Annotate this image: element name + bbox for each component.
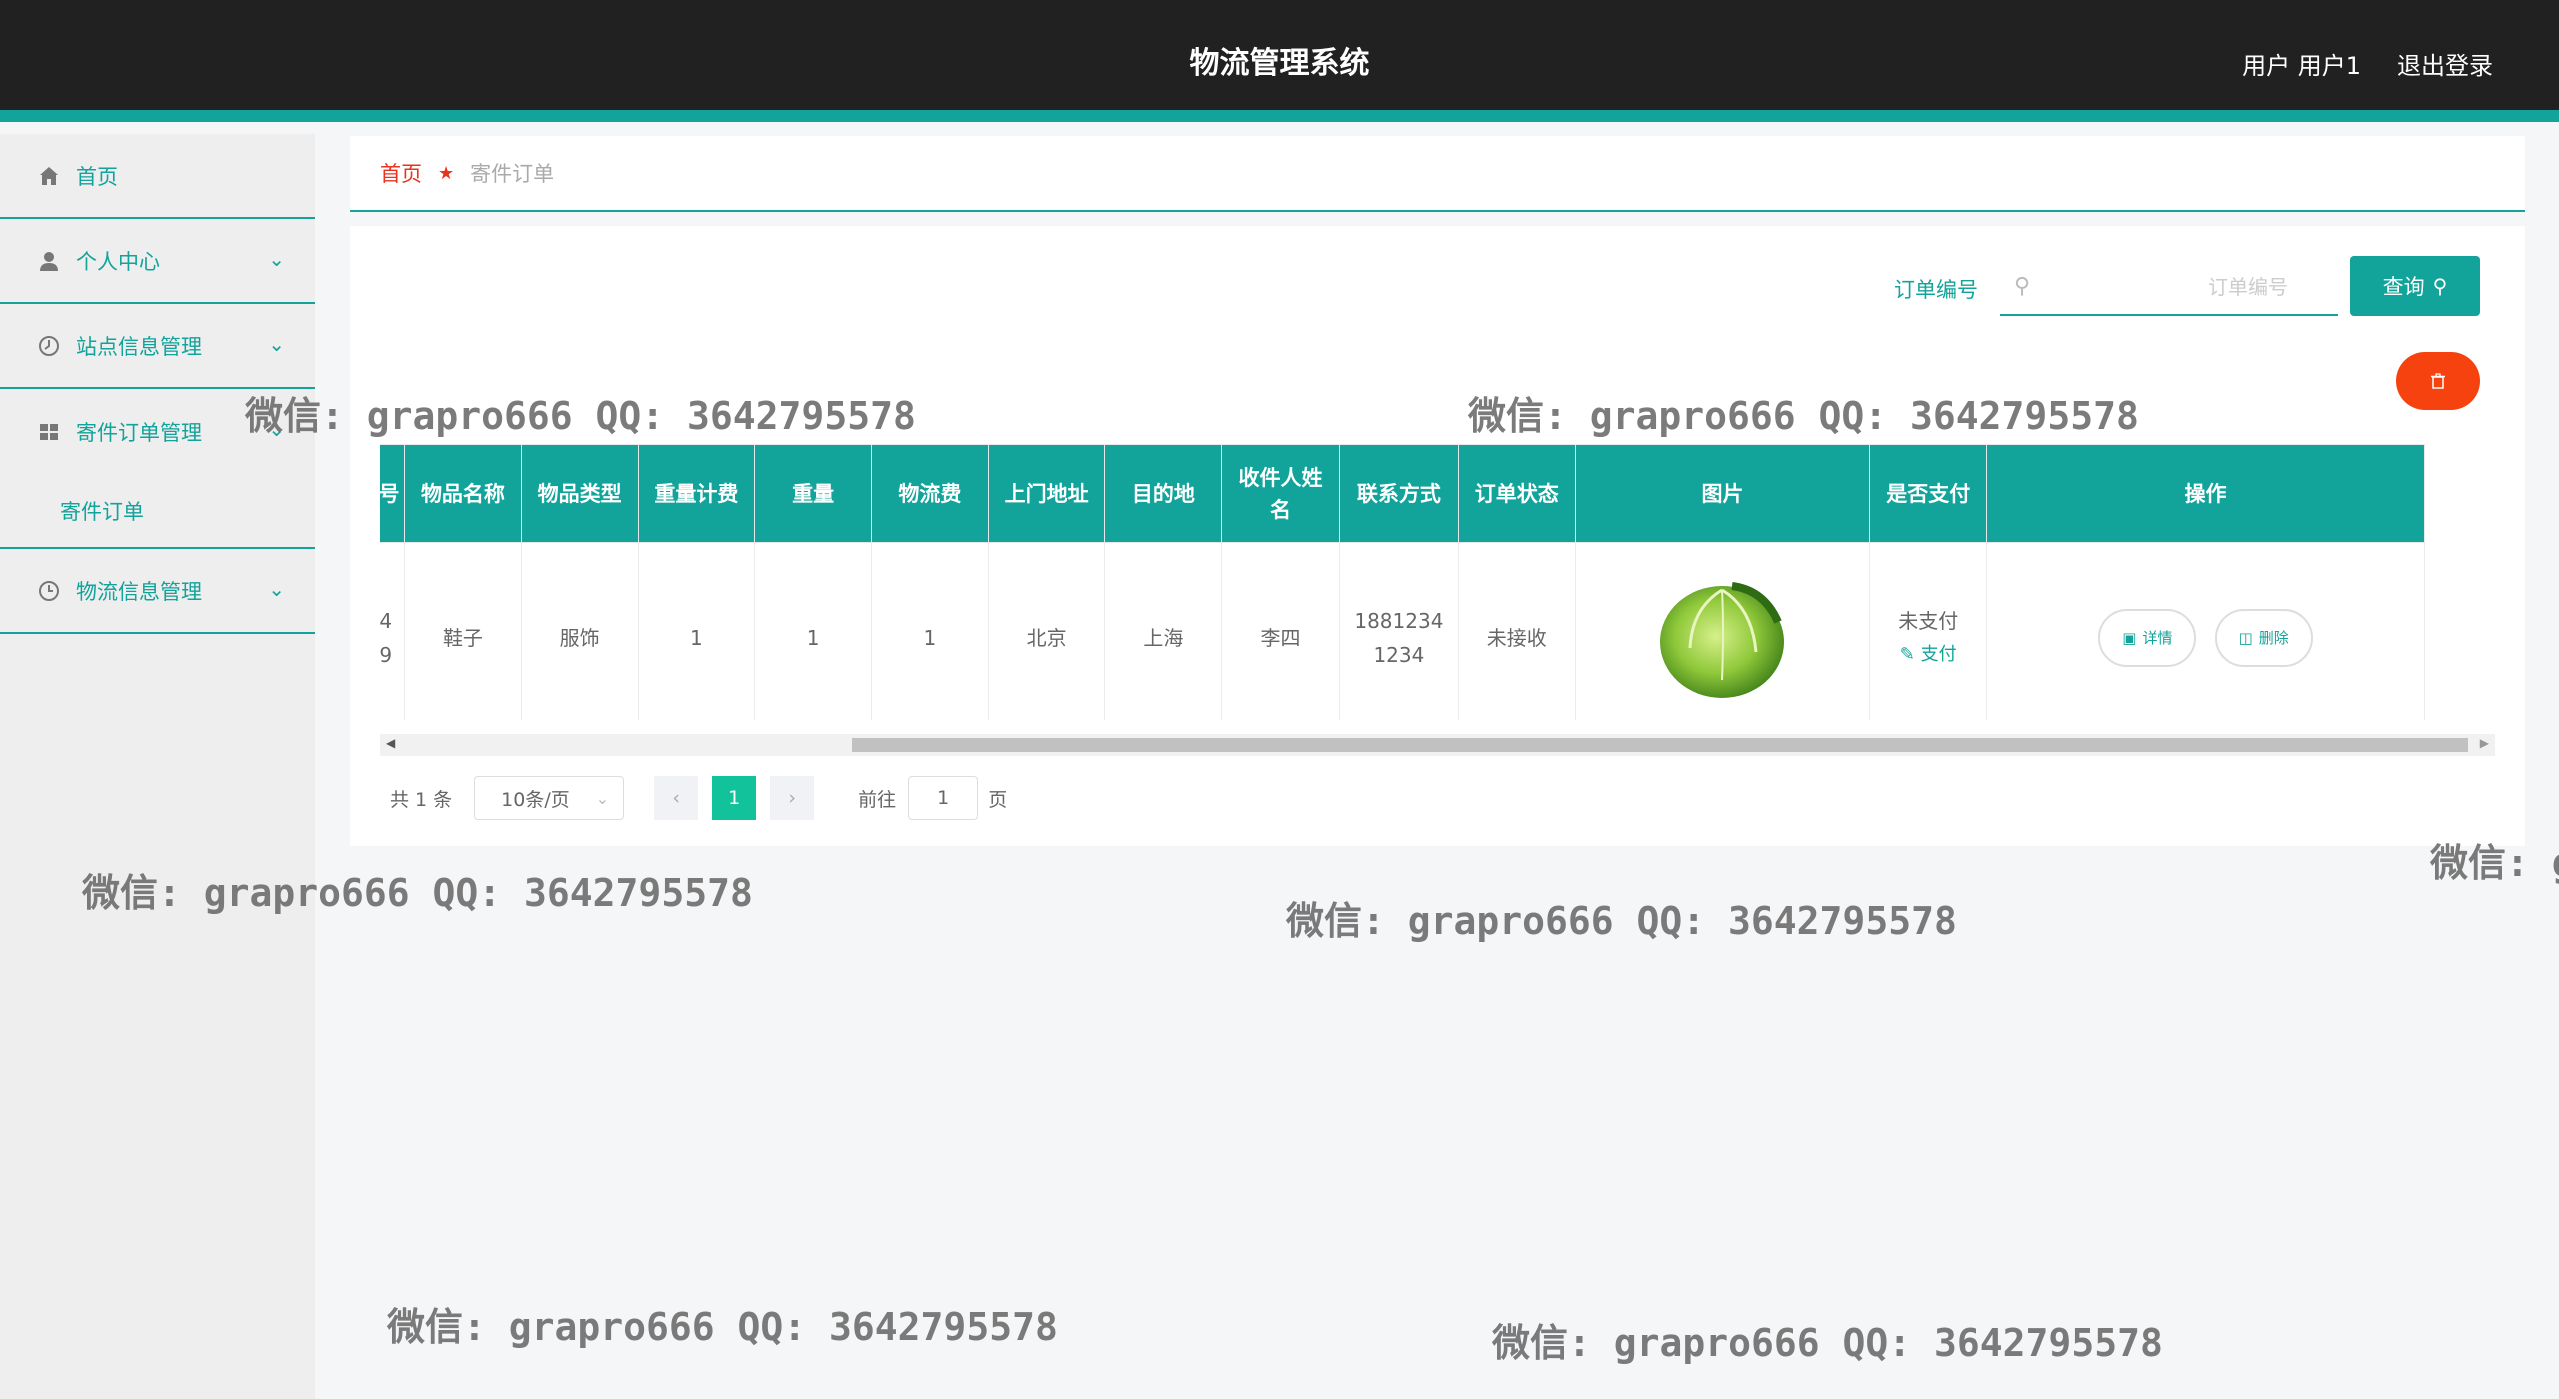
app-title: 物流管理系统 <box>1189 46 1370 81</box>
edit-icon: ✎ <box>1899 643 1915 665</box>
watermark: 微信: grapro666 QQ: 3642795578 <box>1492 1321 2163 1365</box>
watermark: 微信: g <box>2430 841 2559 885</box>
cell-destination: 上海 <box>1104 542 1223 720</box>
watermark: 微信: grapro666 QQ: 3642795578 <box>1286 899 1957 943</box>
query-button-label: 查询 <box>2382 275 2425 299</box>
goto-label: 前往 <box>858 788 897 811</box>
watermark: 微信: grapro666 QQ: 3642795578 <box>82 871 753 915</box>
next-page-button[interactable]: › <box>770 776 815 820</box>
batch-delete-button[interactable] <box>2396 352 2480 410</box>
search-box: ⚲ <box>2000 258 2338 316</box>
sidebar-item-personal[interactable]: 个人中心 ⌄ <box>0 219 315 304</box>
grid-icon <box>36 419 62 445</box>
top-header: 物流管理系统 用户 用户1 退出登录 <box>0 0 2559 122</box>
clock-icon <box>36 578 62 604</box>
cell-image <box>1574 542 1871 720</box>
watermark: 微信: grapro666 QQ: 3642795578 <box>387 1305 1058 1349</box>
sidebar-item-logistics[interactable]: 物流信息管理 ⌄ <box>0 549 315 634</box>
pagination: 共 1 条 10条/页 ⌄ ‹ 1 › 前往 页 <box>390 776 1007 820</box>
table-header: 订单状态 <box>1457 444 1576 543</box>
cell-weight: 1 <box>754 542 873 720</box>
table-header: 物流费 <box>871 444 989 543</box>
content-card: 订单编号 ⚲ 查询 ⚲ 订单编号 物品名称 物品类型 重量计费 重量 物流费 上… <box>350 226 2525 846</box>
clock-icon <box>36 333 62 359</box>
sidebar-item-home[interactable]: 首页 <box>0 134 315 219</box>
watermark: 微信: grapro666 QQ: 3642795578 <box>1468 394 2139 438</box>
page-number-current[interactable]: 1 <box>712 776 757 820</box>
sidebar: 首页 个人中心 ⌄ 站点信息管理 ⌄ 寄件订单管理 ⌄ 寄件订单 物流信息管理 … <box>0 134 315 1399</box>
trash-icon: ◫ <box>2238 628 2253 647</box>
sidebar-item-label: 寄件订单管理 <box>76 420 202 445</box>
breadcrumb-home[interactable]: 首页 <box>380 158 422 188</box>
table-header: 联系方式 <box>1338 444 1459 543</box>
detail-button[interactable]: ▣ 详情 <box>2098 608 2197 667</box>
cell-weight-fee: 1 <box>637 542 756 720</box>
search-icon: ⚲ <box>2432 274 2448 298</box>
cell-phone: 1881234 1234 <box>1338 542 1459 720</box>
sidebar-item-label: 物流信息管理 <box>76 579 202 604</box>
document-icon: ▣ <box>2122 628 2137 647</box>
cell-actions: ▣ 详情 ◫ 删除 <box>1986 542 2425 720</box>
cell-status: 未接收 <box>1457 542 1576 720</box>
watermark: 微信: grapro666 QQ: 3642795578 <box>245 394 916 438</box>
table-header: 操作 <box>1986 444 2425 543</box>
search-input[interactable] <box>2048 266 2328 308</box>
paid-status: 未支付 <box>1898 608 1959 633</box>
sidebar-item-label: 首页 <box>76 164 118 189</box>
cell-pickup-address: 北京 <box>987 542 1106 720</box>
table-header: 收件人姓名 <box>1221 444 1340 543</box>
table-header-row: 订单编号 物品名称 物品类型 重量计费 重量 物流费 上门地址 目的地 收件人姓… <box>380 444 2425 543</box>
logout-link[interactable]: 退出登录 <box>2397 46 2493 81</box>
page-size-select[interactable]: 10条/页 ⌄ <box>474 776 625 820</box>
user-icon <box>36 248 62 274</box>
chevron-down-icon: ⌄ <box>268 247 285 271</box>
cell-logistics-fee: 1 <box>871 542 989 720</box>
table-row: 14 39 鞋子 服饰 1 1 1 北京 上海 李四 1881234 1234 … <box>380 542 2425 720</box>
search-label: 订单编号 <box>1894 278 1978 302</box>
table-header: 图片 <box>1574 444 1871 543</box>
orders-table-viewport: 订单编号 物品名称 物品类型 重量计费 重量 物流费 上门地址 目的地 收件人姓… <box>380 444 2495 720</box>
delete-button[interactable]: ◫ 删除 <box>2214 608 2313 667</box>
table-header: 重量计费 <box>637 444 756 543</box>
chevron-down-icon: ⌄ <box>595 788 610 808</box>
table-header: 物品名称 <box>404 444 522 543</box>
orders-table: 订单编号 物品名称 物品类型 重量计费 重量 物流费 上门地址 目的地 收件人姓… <box>380 444 2425 720</box>
breadcrumb-current: 寄件订单 <box>470 162 555 186</box>
cell-item-name: 鞋子 <box>404 542 522 720</box>
prev-page-button[interactable]: ‹ <box>654 776 699 820</box>
table-horizontal-scrollbar[interactable]: ◀ ▶ <box>380 734 2495 756</box>
cabbage-image[interactable] <box>1652 568 1792 708</box>
table-header: 物品类型 <box>520 444 639 543</box>
chevron-down-icon: ⌄ <box>268 332 285 356</box>
query-button[interactable]: 查询 ⚲ <box>2350 256 2480 316</box>
table-header: 是否支付 <box>1869 444 1988 543</box>
home-icon <box>36 163 62 189</box>
table-header: 订单编号 <box>380 444 406 543</box>
sidebar-item-label: 站点信息管理 <box>76 334 202 359</box>
page-unit-label: 页 <box>988 788 1008 811</box>
cell-recipient: 李四 <box>1221 542 1340 720</box>
sidebar-item-station[interactable]: 站点信息管理 ⌄ <box>0 304 315 389</box>
breadcrumb: 首页 ★ 寄件订单 <box>350 136 2525 212</box>
star-icon: ★ <box>438 162 455 184</box>
pay-link[interactable]: ✎ 支付 <box>1870 638 1986 672</box>
table-header: 上门地址 <box>987 444 1106 543</box>
cell-paid: 未支付 ✎ 支付 <box>1869 542 1988 720</box>
chevron-down-icon: ⌄ <box>268 577 285 601</box>
cell-item-type: 服饰 <box>520 542 639 720</box>
search-icon: ⚲ <box>2014 274 2031 299</box>
table-header: 重量 <box>754 444 873 543</box>
scrollbar-thumb[interactable] <box>852 738 2468 752</box>
goto-page-input[interactable] <box>908 776 979 820</box>
scroll-right-icon[interactable]: ▶ <box>2480 736 2489 750</box>
trash-icon <box>2431 373 2445 389</box>
pagination-total: 共 1 条 <box>390 788 453 811</box>
sidebar-item-label: 个人中心 <box>76 249 160 274</box>
table-header: 目的地 <box>1104 444 1223 543</box>
cell-order-no: 14 39 <box>380 542 406 720</box>
current-user: 用户 用户1 <box>2242 52 2361 80</box>
scroll-left-icon[interactable]: ◀ <box>386 736 395 750</box>
sidebar-subitem-orders[interactable]: 寄件订单 <box>0 474 315 549</box>
